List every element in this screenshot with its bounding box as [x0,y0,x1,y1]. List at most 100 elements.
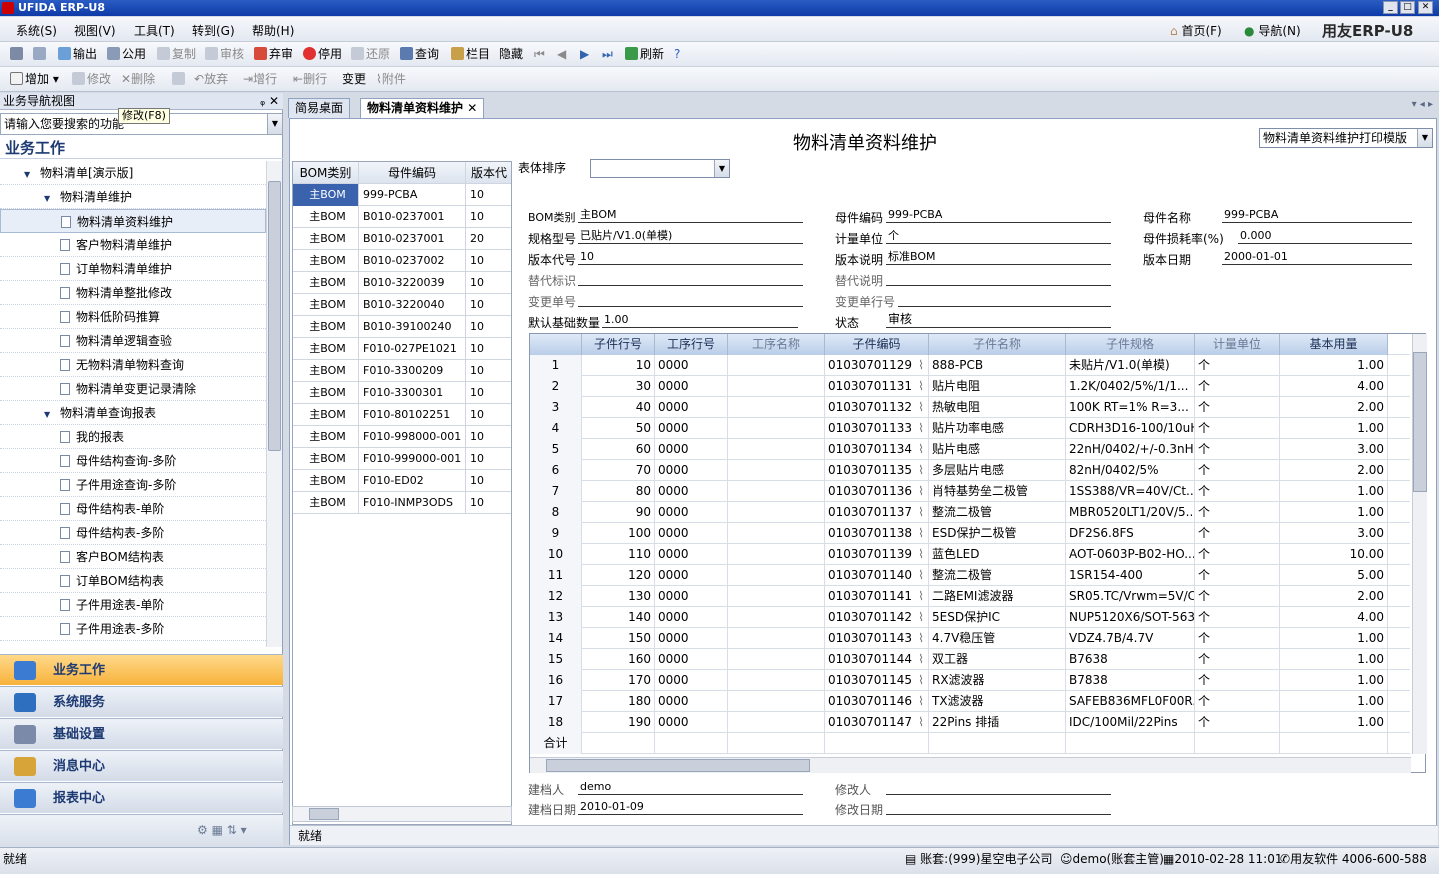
print-template-select[interactable]: 物料清单资料维护打印模版 ▼ [1259,128,1433,148]
grid-cell[interactable]: CDRH3D16-100/10uH [1066,418,1195,439]
grid-row[interactable]: 18 190 0000 01030701147 ⌇ 22Pins 排插 IDC/100Mil… [530,712,1410,733]
delete-row-button[interactable]: ⇤删行 [293,71,327,88]
grid-cell[interactable]: 0000 [655,670,728,691]
grid-cell[interactable]: 1.00 [1280,481,1388,502]
grid-cell[interactable]: 100K RT=1% R=3... [1066,397,1195,418]
attachment-button[interactable]: ⌇附件 [376,71,406,88]
grid-cell[interactable]: 多层贴片电感 [929,460,1066,481]
config-icons[interactable]: ⚙ ▦ ⇅ ▾ [197,823,247,837]
grid-cell[interactable]: SAFEB836MFL0F00R... [1066,691,1195,712]
grid-cell[interactable]: 4.00 [1280,376,1388,397]
list-row[interactable]: 主BOM B010-3220040 10 [293,294,511,316]
grid-cell[interactable]: 2.00 [1280,586,1388,607]
paperclip-icon[interactable]: ⌇ [918,418,924,438]
spec-field[interactable]: 已贴片/V1.0(单模) [578,228,803,244]
list-row[interactable]: 主BOM F010-3300301 10 [293,382,511,404]
grid-header-cell[interactable]: 子件编码 [825,334,929,355]
grid-cell[interactable] [728,502,825,523]
grid-cell[interactable]: 0000 [655,649,728,670]
grid-cell[interactable]: 2.00 [1280,397,1388,418]
grid-cell[interactable]: VDZ4.7B/4.7V [1066,628,1195,649]
grid-cell[interactable]: 4.00 [1280,607,1388,628]
grid-cell[interactable]: 1.00 [1280,502,1388,523]
grid-cell[interactable] [728,481,825,502]
grid-header-cell[interactable]: 子件行号 [582,334,655,355]
tab-desktop[interactable]: 简易桌面 [288,98,351,118]
list-row[interactable]: 主BOM 999-PCBA 10 [293,184,511,206]
tree-item[interactable]: 子件用途表-单阶 [0,593,266,617]
grid-row[interactable]: 16 170 0000 01030701145 ⌇ RX滤波器 B7838 个 1.00 [530,670,1410,691]
grid-cell[interactable] [728,523,825,544]
grid-cell[interactable]: 0000 [655,355,728,376]
sort-select[interactable]: ▼ [590,159,730,178]
grid-cell[interactable]: 个 [1195,544,1280,565]
grid-cell[interactable]: 140 [582,607,655,628]
export-button[interactable]: 输出 [58,46,97,63]
grid-cell[interactable]: 110 [582,544,655,565]
last-record-button[interactable]: ⏭ [602,46,613,63]
grid-cell[interactable]: B7638 [1066,649,1195,670]
grid-cell[interactable]: 82nH/0402/5% [1066,460,1195,481]
scroll-thumb[interactable] [546,759,810,772]
grid-cell[interactable]: 01030701147 ⌇ [825,712,929,733]
grid-cell[interactable]: 2.00 [1280,460,1388,481]
grid-cell[interactable]: 22nH/0402/+/-0.3nH [1066,439,1195,460]
expand-arrow-icon[interactable]: ▼ [44,403,54,427]
close-button[interactable]: ✕ [1418,1,1433,14]
home-link[interactable]: ⌂ 首页(F) [1170,22,1222,39]
grid-cell[interactable]: 个 [1195,439,1280,460]
tree-item[interactable]: 客户BOM结构表 [0,545,266,569]
list-row[interactable]: 主BOM F010-998000-001 10 [293,426,511,448]
grid-cell[interactable]: 1.2K/0402/5%/1/1... [1066,376,1195,397]
paperclip-icon[interactable]: ⌇ [918,460,924,480]
grid-cell[interactable]: 01030701133 ⌇ [825,418,929,439]
menu-goto[interactable]: 转到(G) [192,22,235,39]
tree-scrollbar[interactable] [266,161,282,647]
grid-cell[interactable]: 01030701134 ⌇ [825,439,929,460]
grid-cell[interactable]: 01030701132 ⌇ [825,397,929,418]
grid-cell[interactable]: 个 [1195,670,1280,691]
tree-item[interactable]: 母件结构查询-多阶 [0,449,266,473]
list-hscrollbar[interactable] [292,806,512,822]
change-row-field[interactable] [898,291,1111,307]
grid-cell[interactable]: 01030701145 ⌇ [825,670,929,691]
scroll-thumb[interactable] [1413,352,1427,492]
grid-cell[interactable]: 0000 [655,439,728,460]
paperclip-icon[interactable]: ⌇ [918,649,924,669]
change-button[interactable]: 变更 [342,71,366,88]
grid-cell[interactable]: 0000 [655,502,728,523]
grid-row[interactable]: 17 180 0000 01030701146 ⌇ TX滤波器 SAFEB836MFL0F0… [530,691,1410,712]
grid-cell[interactable] [728,712,825,733]
add-row-button[interactable]: ⇥增行 [243,71,277,88]
status-field[interactable]: 审核 [886,312,1111,328]
grid-header-cell[interactable]: 计量单位 [1195,334,1280,355]
paperclip-icon[interactable]: ⌇ [918,355,924,375]
grid-cell[interactable]: 0000 [655,628,728,649]
change-no-field[interactable] [578,291,803,307]
grid-header-cell[interactable]: 子件名称 [929,334,1066,355]
grid-cell[interactable] [728,544,825,565]
expand-arrow-icon[interactable]: ▼ [24,163,34,187]
grid-cell[interactable]: 80 [582,481,655,502]
grid-header-cell[interactable]: 工序名称 [728,334,825,355]
grid-cell[interactable]: 01030701140 ⌇ [825,565,929,586]
list-header-cell[interactable]: 版本代 [466,162,511,184]
list-header-cell[interactable]: BOM类别 [293,162,359,184]
grid-cell[interactable]: 01030701135 ⌇ [825,460,929,481]
grid-cell[interactable]: 个 [1195,418,1280,439]
grid-cell[interactable]: 01030701136 ⌇ [825,481,929,502]
grid-cell[interactable]: 个 [1195,376,1280,397]
grid-cell[interactable]: 1.00 [1280,712,1388,733]
grid-cell[interactable]: 个 [1195,649,1280,670]
paperclip-icon[interactable]: ⌇ [918,670,924,690]
version-field[interactable]: 10 [578,249,803,265]
grid-cell[interactable]: 01030701131 ⌇ [825,376,929,397]
tab-scroll-icons[interactable]: ▾ ◂ ▸ [1412,99,1433,110]
grid-cell[interactable] [728,397,825,418]
tree-item[interactable]: 我的报表 [0,425,266,449]
alt-desc-field[interactable] [886,270,1111,286]
chevron-down-icon[interactable]: ▼ [267,114,282,134]
grid-header-cell[interactable]: 工序行号 [655,334,728,355]
audit-button[interactable]: 审核 [205,46,244,63]
tree-item[interactable]: 订单BOM结构表 [0,569,266,593]
